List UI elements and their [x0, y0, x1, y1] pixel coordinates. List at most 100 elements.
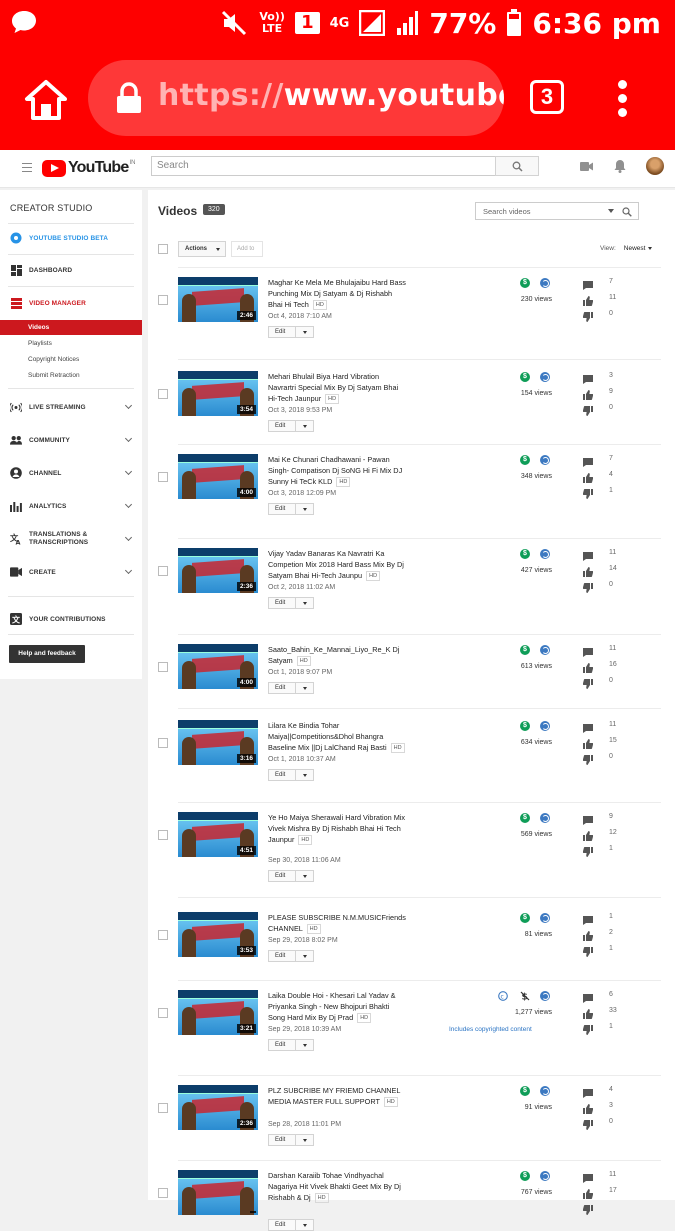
video-title[interactable]: Saato_Bahin_Ke_Mannai_Liyo_Re_K Dj Satya…: [268, 644, 408, 667]
sidebar-item-create[interactable]: CREATE: [0, 561, 142, 583]
edit-button[interactable]: Edit: [268, 1219, 314, 1231]
edit-button[interactable]: Edit: [268, 420, 314, 432]
view-sort[interactable]: View: Newest: [600, 245, 652, 252]
youtube-logo[interactable]: YouTube IN: [42, 158, 135, 178]
sort-dropdown[interactable]: Newest: [624, 245, 653, 252]
sidebar-item-analytics[interactable]: ANALYTICS: [0, 495, 142, 517]
dislike-stat: 1: [582, 844, 643, 857]
monetized-icon: $: [520, 278, 530, 288]
edit-menu-chevron-icon[interactable]: [303, 331, 307, 334]
edit-button[interactable]: Edit: [268, 597, 314, 609]
edit-menu-chevron-icon[interactable]: [303, 1139, 307, 1142]
avatar[interactable]: [646, 157, 664, 175]
video-thumbnail[interactable]: 2:36: [178, 548, 258, 593]
sidebar-item-dashboard[interactable]: DASHBOARD: [0, 259, 142, 281]
video-select-checkbox[interactable]: [158, 566, 168, 576]
video-title[interactable]: Vijay Yadav Banaras Ka Navratri Ka Compe…: [268, 548, 408, 582]
notifications-bell-icon[interactable]: [614, 159, 626, 173]
edit-menu-chevron-icon[interactable]: [303, 1044, 307, 1047]
home-icon[interactable]: [24, 78, 68, 122]
video-thumbnail[interactable]: 3:54: [178, 371, 258, 416]
video-count-badge: 320: [203, 204, 225, 215]
video-select-checkbox[interactable]: [158, 738, 168, 748]
edit-button[interactable]: Edit: [268, 1134, 314, 1146]
sidebar-item-video-manager[interactable]: VIDEO MANAGER: [0, 292, 142, 314]
video-select-checkbox[interactable]: [158, 662, 168, 672]
video-thumbnail[interactable]: 3:21: [178, 990, 258, 1035]
edit-menu-chevron-icon[interactable]: [303, 425, 307, 428]
video-title[interactable]: PLEASE SUBSCRIBE N.M.MUSICFriends CHANNE…: [268, 912, 408, 935]
video-select-checkbox[interactable]: [158, 1188, 168, 1198]
sidebar-item-live-streaming[interactable]: LIVE STREAMING: [0, 396, 142, 418]
edit-button[interactable]: Edit: [268, 503, 314, 515]
video-thumbnail[interactable]: 4:00: [178, 644, 258, 689]
upload-video-icon[interactable]: [580, 161, 594, 172]
edit-menu-chevron-icon[interactable]: [303, 602, 307, 605]
sidebar-item-community[interactable]: COMMUNITY: [0, 429, 142, 451]
video-title[interactable]: Mehari Bhulail Biya Hard Vibration Navra…: [268, 371, 408, 405]
comment-stat: 11: [583, 548, 643, 561]
edit-button[interactable]: Edit: [268, 870, 314, 882]
video-thumbnail[interactable]: 4:51: [178, 812, 258, 857]
search-button[interactable]: [495, 156, 539, 176]
search-videos-placeholder: Search videos: [483, 207, 531, 216]
video-title[interactable]: Ye Ho Maiya Sherawali Hard Vibration Mix…: [268, 812, 408, 846]
help-feedback-button[interactable]: Help and feedback: [9, 645, 85, 663]
hamburger-menu-icon[interactable]: [22, 163, 32, 172]
edit-button[interactable]: Edit: [268, 326, 314, 338]
select-all-checkbox[interactable]: [158, 244, 168, 254]
address-bar[interactable]: https://www.youtube.com/v: [88, 60, 504, 136]
tab-switcher-button[interactable]: 3: [530, 80, 564, 114]
video-select-checkbox[interactable]: [158, 389, 168, 399]
edit-menu-chevron-icon[interactable]: [303, 1224, 307, 1227]
search-input[interactable]: Search: [151, 156, 496, 176]
edit-button[interactable]: Edit: [268, 950, 314, 962]
sidebar-item-contributions[interactable]: 文 YOUR CONTRIBUTIONS: [0, 608, 142, 630]
video-thumbnail[interactable]: 3:53: [178, 912, 258, 957]
video-title[interactable]: Darshan Karaiib Tohae Vindhyachal Nagari…: [268, 1170, 408, 1204]
video-select-checkbox[interactable]: [158, 472, 168, 482]
video-title[interactable]: PLZ SUBCRIBE MY FRIEMD CHANNEL MEDIA MAS…: [268, 1085, 408, 1108]
video-thumbnail[interactable]: [178, 1170, 258, 1215]
video-thumbnail[interactable]: 3:16: [178, 720, 258, 765]
edit-menu-chevron-icon[interactable]: [303, 875, 307, 878]
browser-menu-icon[interactable]: [614, 80, 630, 120]
sidebar-item-channel[interactable]: CHANNEL: [0, 462, 142, 484]
video-select-checkbox[interactable]: [158, 930, 168, 940]
sidebar-subitem-videos[interactable]: Videos: [0, 320, 142, 335]
video-select-checkbox[interactable]: [158, 1103, 168, 1113]
copyright-notice-link[interactable]: Includes copyrighted content: [449, 1026, 532, 1033]
thumbnail-art: [182, 1187, 196, 1215]
actions-dropdown[interactable]: Actions: [178, 241, 226, 257]
edit-button[interactable]: Edit: [268, 1039, 314, 1051]
sidebar-item-translations[interactable]: 文A TRANSLATIONS & TRANSCRIPTIONS: [0, 528, 142, 550]
video-select-checkbox[interactable]: [158, 1008, 168, 1018]
video-title[interactable]: Mai Ke Chunari Chadhawani - Pawan Singh-…: [268, 454, 408, 488]
chevron-down-icon[interactable]: [608, 209, 614, 213]
edit-button[interactable]: Edit: [268, 769, 314, 781]
edit-button[interactable]: Edit: [268, 682, 314, 694]
edit-menu-chevron-icon[interactable]: [303, 508, 307, 511]
video-select-checkbox[interactable]: [158, 295, 168, 305]
video-select-checkbox[interactable]: [158, 830, 168, 840]
search-videos-input[interactable]: Search videos: [475, 202, 639, 220]
video-thumbnail[interactable]: 2:46: [178, 277, 258, 322]
edit-label: Edit: [275, 873, 286, 879]
video-title-text: Maghar Ke Mela Me Bhulajaibu Hard Bass P…: [268, 278, 406, 309]
edit-menu-chevron-icon[interactable]: [303, 955, 307, 958]
video-title[interactable]: Laika Double Hoi - Khesari Lal Yadav & P…: [268, 990, 408, 1024]
hd-badge: HD: [312, 300, 327, 311]
edit-menu-chevron-icon[interactable]: [303, 774, 307, 777]
edit-menu-chevron-icon[interactable]: [303, 687, 307, 690]
add-to-button[interactable]: Add to: [231, 241, 263, 257]
video-thumbnail[interactable]: 2:36: [178, 1085, 258, 1130]
sidebar-item-studio-beta[interactable]: YOUTUBE STUDIO BETA: [0, 227, 142, 249]
video-thumbnail[interactable]: 4:00: [178, 454, 258, 499]
sidebar-subitem-playlists[interactable]: Playlists: [0, 336, 142, 351]
sidebar-subitem-submit-retraction[interactable]: Submit Retraction: [0, 368, 142, 383]
monetized-icon: $: [520, 1086, 530, 1096]
search-icon[interactable]: [622, 207, 632, 217]
sidebar-subitem-copyright-notices[interactable]: Copyright Notices: [0, 352, 142, 367]
video-title[interactable]: Maghar Ke Mela Me Bhulajaibu Hard Bass P…: [268, 277, 408, 311]
video-title[interactable]: Lilara Ke Bindia Tohar Maiya||Competitio…: [268, 720, 408, 754]
